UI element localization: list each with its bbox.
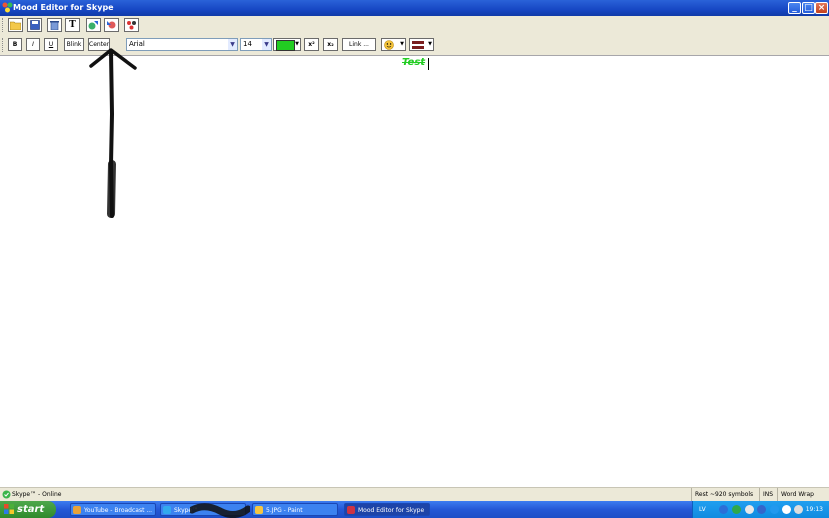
- toolbar-grip[interactable]: [2, 38, 6, 52]
- task-label: YouTube - Broadcast ...: [84, 507, 153, 514]
- chevron-down-icon[interactable]: ▼: [262, 39, 271, 50]
- subscript-button[interactable]: x₂: [323, 38, 338, 51]
- network-icon[interactable]: [719, 505, 728, 514]
- blink-button[interactable]: Blink: [64, 38, 84, 51]
- superscript-button[interactable]: x²: [304, 38, 319, 51]
- language-indicator[interactable]: LV: [699, 501, 706, 518]
- minimize-button[interactable]: _: [788, 2, 801, 14]
- windows-flag-icon: [4, 504, 14, 514]
- link-button[interactable]: Link ...: [342, 38, 376, 51]
- word-wrap[interactable]: Word Wrap: [777, 488, 829, 501]
- save-button[interactable]: [27, 18, 42, 32]
- flag-icon: [412, 41, 424, 49]
- close-button[interactable]: ×: [815, 2, 828, 14]
- floppy-icon: [29, 20, 40, 30]
- folder-icon: [10, 21, 21, 30]
- font-size-value: 14: [243, 40, 252, 48]
- antivirus-icon[interactable]: [757, 505, 766, 514]
- smiley-button[interactable]: ▼: [381, 38, 406, 51]
- system-tray: LV 19:13: [692, 501, 829, 518]
- import-icon: [107, 21, 116, 29]
- app-icon: [2, 2, 13, 13]
- flag-button[interactable]: ▼: [409, 38, 434, 51]
- start-label: start: [17, 504, 45, 515]
- chevron-down-icon: ▼: [295, 41, 299, 47]
- scribble-mark: [190, 503, 250, 518]
- chevron-down-icon[interactable]: ▼: [228, 39, 237, 50]
- color-picker-button[interactable]: ▼: [273, 38, 301, 51]
- toolbar-grip[interactable]: [2, 18, 6, 32]
- task-youtube[interactable]: YouTube - Broadcast ...: [70, 503, 156, 516]
- maximize-button[interactable]: □: [802, 2, 815, 14]
- power-icon[interactable]: [794, 505, 803, 514]
- task-paint[interactable]: 5.JPG - Paint: [252, 503, 338, 516]
- task-mood-editor[interactable]: Mood Editor for Skype: [344, 503, 430, 516]
- remaining-symbols: Rest ~920 symbols: [691, 488, 759, 501]
- import-button[interactable]: [104, 18, 119, 32]
- tools-icon: [127, 21, 136, 30]
- task-label: 5.JPG - Paint: [266, 507, 303, 514]
- text-caret: [428, 58, 429, 70]
- export-icon: [88, 21, 98, 30]
- clear-button[interactable]: [47, 18, 62, 32]
- mood-editor-icon: [347, 506, 355, 514]
- main-toolbar: T: [0, 16, 829, 36]
- chevron-down-icon: ▼: [428, 41, 432, 47]
- utorrent-icon[interactable]: [732, 505, 741, 514]
- title-bar: Mood Editor for Skype _ □ ×: [0, 0, 829, 16]
- skype-icon: [163, 506, 171, 514]
- clock[interactable]: 19:13: [806, 501, 823, 518]
- open-button[interactable]: [8, 18, 23, 32]
- tools-button[interactable]: [124, 18, 139, 32]
- skype-status-text: Skype™ - Online: [12, 491, 62, 498]
- browser-icon: [73, 506, 81, 514]
- skype-status-icon: [2, 490, 11, 499]
- task-label: Mood Editor for Skype: [358, 507, 425, 514]
- underline-button[interactable]: U: [44, 38, 58, 51]
- arrow-annotation: [89, 48, 137, 218]
- chevron-down-icon: ▼: [400, 41, 404, 47]
- status-bar: Skype™ - Online Rest ~920 symbols INS Wo…: [0, 487, 829, 501]
- smiley-icon: [384, 40, 394, 50]
- font-size-select[interactable]: 14 ▼: [240, 38, 272, 51]
- skype-tray-icon[interactable]: [770, 505, 779, 514]
- text-icon: T: [69, 20, 76, 30]
- paint-icon: [255, 506, 263, 514]
- italic-button[interactable]: I: [26, 38, 40, 51]
- trash-icon: [50, 21, 59, 30]
- start-button[interactable]: start: [0, 501, 56, 518]
- window-title: Mood Editor for Skype: [13, 3, 114, 12]
- export-button[interactable]: [86, 18, 101, 32]
- taskbar: start YouTube - Broadcast ... Skype™ 5.J…: [0, 501, 829, 518]
- text-button[interactable]: T: [65, 18, 80, 32]
- safely-remove-icon[interactable]: [782, 505, 791, 514]
- color-swatch: [276, 40, 295, 51]
- insert-mode: INS: [759, 488, 777, 501]
- volume-icon[interactable]: [745, 505, 754, 514]
- editor-text[interactable]: Test: [402, 57, 425, 68]
- bold-button[interactable]: B: [8, 38, 22, 51]
